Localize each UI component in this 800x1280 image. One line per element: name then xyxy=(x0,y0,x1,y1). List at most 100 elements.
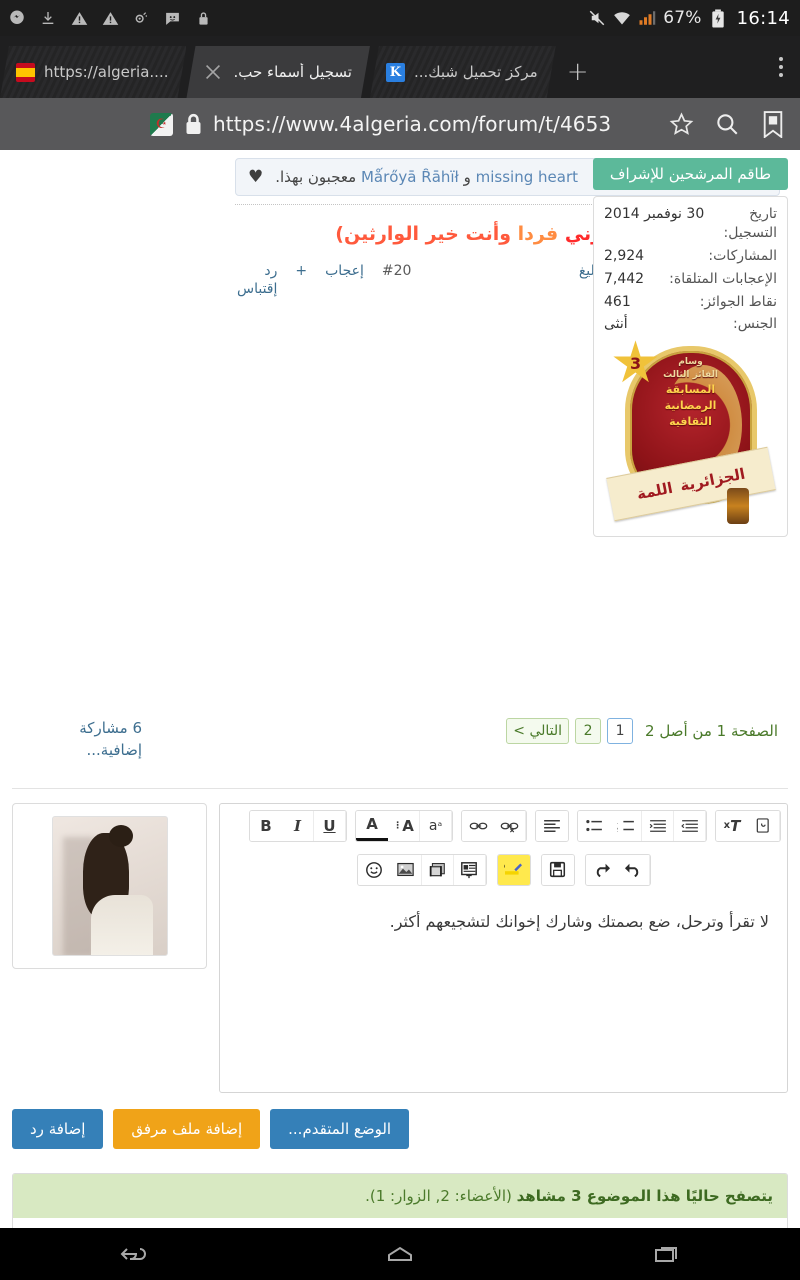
mute-icon xyxy=(588,9,606,27)
toolbar-group-align xyxy=(535,809,569,842)
award-medal-image: وسام الفائز الثالث المسابقة الرمضانية ال… xyxy=(605,340,776,526)
stat-key: الجنس: xyxy=(733,316,777,333)
user-stat-row: الإعجابات المتلقاة: 7,442 xyxy=(604,270,777,289)
spellcheck-icon[interactable]: ab xyxy=(497,854,530,885)
android-status-bar: 67% 16:14 xyxy=(0,0,800,36)
search-icon-button[interactable] xyxy=(704,102,750,146)
post-message-area: طاقم المرشحين للإشراف تاريخ التسجيل: 30 … xyxy=(0,158,800,558)
browser-tab-2-active[interactable]: تسجيل أسماء حب. xyxy=(186,46,369,98)
signature-part-2: فردا xyxy=(517,223,559,245)
remove-format-icon[interactable]: Tx xyxy=(716,810,748,841)
browser-tab-3[interactable]: K مركز تحميل شبك... xyxy=(370,46,556,98)
pagination-row: الصفحة 1 من أصل 2 1 2 التالي > 6 مشاركة … xyxy=(0,708,800,762)
toolbar-group-lists: 12 xyxy=(577,809,707,842)
font-size-icon[interactable]: A ⋮ xyxy=(388,810,420,841)
liker-link-1[interactable]: missing heart xyxy=(476,168,578,186)
toolbar-group-link xyxy=(461,809,527,842)
bookmark-manager-button[interactable] xyxy=(750,102,796,146)
new-tab-button[interactable]: + xyxy=(556,46,600,98)
post-reply-button[interactable]: إضافة رد xyxy=(12,1108,104,1149)
stat-value: 7,442 xyxy=(604,270,645,287)
smilies-icon[interactable] xyxy=(748,810,780,841)
recents-icon[interactable] xyxy=(632,1234,702,1274)
editor-toolbar-row-2: ab xyxy=(220,848,787,892)
warning-icon xyxy=(70,9,88,27)
post-number: #20 xyxy=(381,263,412,279)
url-bar[interactable]: https://www.4algeria.com/forum/t/4653 xyxy=(150,102,658,146)
likes-suffix: معجبون بهذا. xyxy=(275,168,357,186)
underline-icon[interactable]: U xyxy=(314,810,346,841)
pagination-controls: الصفحة 1 من أصل 2 1 2 التالي > xyxy=(506,718,778,744)
unordered-list-icon[interactable] xyxy=(578,810,610,841)
pagination-next-button[interactable]: التالي > xyxy=(506,718,570,744)
insert-media-icon[interactable] xyxy=(421,854,454,885)
plus-icon[interactable]: + xyxy=(295,263,307,279)
indent-decrease-icon[interactable] xyxy=(674,810,706,841)
medal-line-4: الرمضانية xyxy=(664,399,717,413)
lock-icon xyxy=(182,113,204,135)
reply-textarea[interactable]: لا تقرأ وترحل، ضع بصمتك وشارك إخوانك لتش… xyxy=(220,892,787,1092)
insert-emoji-icon[interactable] xyxy=(357,854,390,885)
stat-value: 30 نوفمبر 2014 xyxy=(604,206,705,222)
indent-increase-icon[interactable] xyxy=(642,810,674,841)
menu-dot xyxy=(779,65,783,69)
reply-button[interactable]: رد xyxy=(264,263,277,279)
viewers-notice-suffix: (الأعضاء: 2, الزوار: 1). xyxy=(365,1186,512,1205)
insert-image-icon[interactable] xyxy=(389,854,422,885)
bold-icon[interactable]: B xyxy=(250,810,282,841)
pagination-summary: الصفحة 1 من أصل 2 xyxy=(645,722,778,740)
more-posts-link[interactable]: 6 مشاركة إضافية... xyxy=(22,718,142,762)
signature-part-3: وأنت خير الوارثين) xyxy=(335,223,512,245)
toolbar-group-insert xyxy=(356,853,487,886)
browser-menu-button[interactable] xyxy=(768,50,794,84)
location-icon xyxy=(132,9,150,27)
stat-value: 461 xyxy=(604,293,631,310)
link-icon[interactable] xyxy=(462,810,494,841)
android-nav-bar xyxy=(0,1228,800,1280)
redo-icon[interactable] xyxy=(585,854,618,885)
home-icon[interactable] xyxy=(365,1234,435,1274)
advanced-mode-button[interactable]: الوضع المتقدم... xyxy=(270,1108,410,1149)
avatar xyxy=(51,815,168,956)
staff-badge: طاقم المرشحين للإشراف xyxy=(593,158,788,190)
likes-conjunction: و xyxy=(463,168,471,186)
pagination-page-2[interactable]: 2 xyxy=(575,718,602,744)
save-draft-icon[interactable] xyxy=(541,854,574,885)
font-family-icon[interactable]: ᵃa xyxy=(420,810,452,841)
attach-file-button[interactable]: إضافة ملف مرفق xyxy=(113,1108,261,1149)
status-clock: 16:14 xyxy=(736,7,790,29)
unlink-icon[interactable] xyxy=(494,810,526,841)
back-icon[interactable] xyxy=(98,1234,168,1274)
wifi-icon xyxy=(613,9,631,27)
k-favicon: K xyxy=(385,62,405,82)
browser-tab-1[interactable]: https://algeria.... xyxy=(0,46,186,98)
undo-icon[interactable] xyxy=(617,854,650,885)
bookmark-star-button[interactable] xyxy=(658,102,704,146)
post-actions: #20 إعجاب + رد إقتباس xyxy=(237,263,411,297)
like-button[interactable]: إعجاب xyxy=(325,263,364,279)
stat-key: تاريخ التسجيل: xyxy=(723,206,777,241)
pagination-page-1[interactable]: 1 xyxy=(607,718,634,744)
toolbar-group-spell: ab xyxy=(496,853,531,886)
stat-value: 2,924 xyxy=(604,247,645,264)
warning-icon xyxy=(101,9,119,27)
align-icon[interactable] xyxy=(536,810,568,841)
battery-percent: 67% xyxy=(663,8,702,28)
tab-label: مركز تحميل شبك... xyxy=(413,63,538,81)
italic-icon[interactable]: I xyxy=(282,810,314,841)
current-viewers-box: يتصفح حاليًا هذا الموضوع 3 مشاهد (الأعضا… xyxy=(12,1172,788,1228)
user-stats-card: تاريخ التسجيل: 30 نوفمبر 2014 المشاركات:… xyxy=(593,196,788,538)
user-stat-row: الجنس: أنثى xyxy=(604,315,777,334)
menu-dot xyxy=(779,73,783,77)
viewers-notice-prefix: يتصفح حاليًا هذا الموضوع 3 مشاهد xyxy=(516,1186,773,1205)
insert-quote-icon[interactable] xyxy=(453,854,486,885)
text-color-icon[interactable]: A xyxy=(356,810,388,841)
quote-button[interactable]: إقتباس xyxy=(237,281,277,297)
spain-flag-favicon xyxy=(16,62,35,82)
liker-link-2[interactable]: Mǻrőyā Ȓāhïł xyxy=(361,168,459,186)
tab-close-icon[interactable] xyxy=(202,61,224,83)
ordered-list-icon[interactable]: 12 xyxy=(610,810,642,841)
avatar-bun xyxy=(108,824,133,847)
stat-key: نقاط الجوائز: xyxy=(699,293,777,310)
user-stat-row: تاريخ التسجيل: 30 نوفمبر 2014 xyxy=(604,205,777,243)
